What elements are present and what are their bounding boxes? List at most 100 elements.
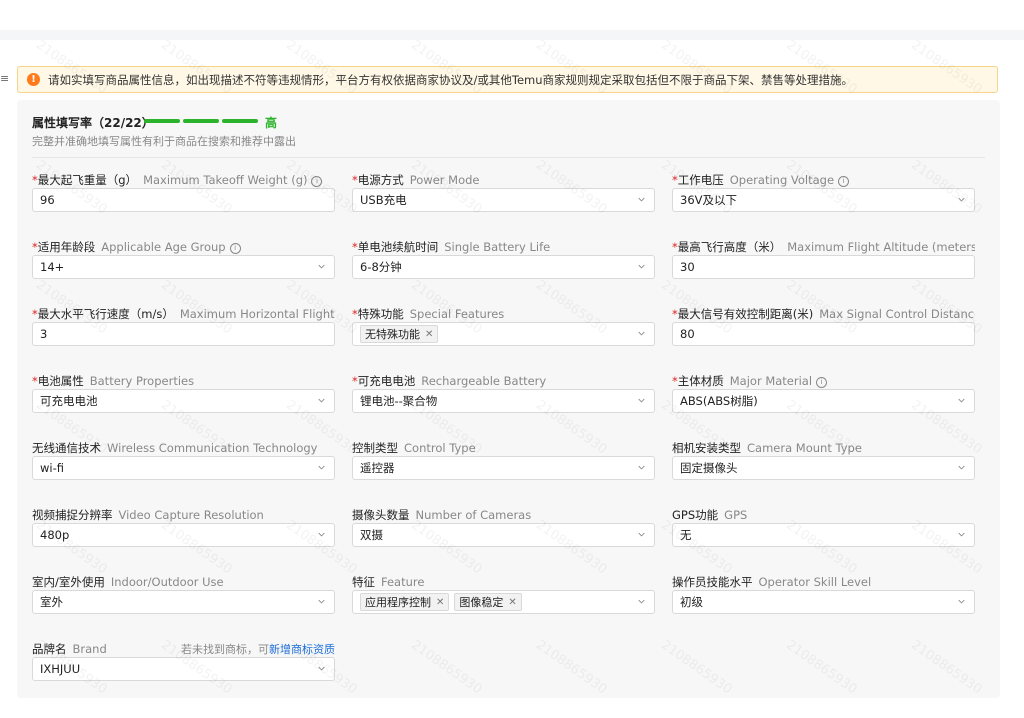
info-icon[interactable]: i bbox=[229, 243, 241, 254]
label-cn: 最大信号有效控制距离(米) bbox=[677, 307, 814, 321]
chevron-down-icon bbox=[318, 666, 325, 671]
field-22: 品牌名 Brand 若未找到商标，可新增商标资质 IXHJUU bbox=[32, 641, 335, 681]
label-en: Wireless Communication Technology bbox=[107, 441, 318, 455]
select-dropdown[interactable]: 14+ bbox=[32, 255, 335, 279]
chevron-down-icon bbox=[958, 465, 965, 470]
field-3: *工作电压 Operating Voltage i 36V及以下 bbox=[672, 172, 975, 212]
label-en: Brand bbox=[72, 642, 107, 656]
exclamation-icon: ! bbox=[27, 73, 40, 86]
field-5: *单电池续航时间 Single Battery Life 6-8分钟 bbox=[352, 239, 655, 279]
select-dropdown[interactable]: 36V及以下 bbox=[672, 188, 975, 212]
field-14: 控制类型 Control Type 遥控器 bbox=[352, 440, 655, 480]
info-icon[interactable]: i bbox=[838, 176, 850, 187]
field-label: 控制类型 Control Type bbox=[352, 440, 655, 456]
brand-hint: 若未找到商标，可新增商标资质 bbox=[181, 643, 335, 656]
completion-title: 属性填写率（22/22） bbox=[32, 116, 154, 130]
select-dropdown[interactable]: 遥控器 bbox=[352, 456, 655, 480]
select-dropdown[interactable]: 6-8分钟 bbox=[352, 255, 655, 279]
chevron-down-icon bbox=[958, 532, 965, 537]
completion-progress bbox=[144, 119, 258, 123]
select-dropdown[interactable]: 应用程序控制 ✕ 图像稳定 ✕ bbox=[352, 590, 655, 614]
field-13: 无线通信技术 Wireless Communication Technology w… bbox=[32, 440, 335, 480]
select-dropdown[interactable]: 固定摄像头 bbox=[672, 456, 975, 480]
chevron-down-icon bbox=[318, 599, 325, 604]
label-cn: 室内/室外使用 bbox=[32, 575, 105, 589]
label-en: Special Features bbox=[409, 307, 505, 321]
close-icon[interactable]: ✕ bbox=[425, 329, 433, 340]
field-6: *最高飞行高度（米） Maximum Flight Altitude (meter… bbox=[672, 239, 975, 279]
attributes-panel: 属性填写率（22/22） 高 完整并准确地填写属性有利于商品在搜索和推荐中露出 … bbox=[17, 100, 1000, 698]
close-icon[interactable]: ✕ bbox=[508, 597, 516, 608]
field-21: 操作员技能水平 Operator Skill Level 初级 bbox=[672, 574, 975, 614]
label-cn: 无线通信技术 bbox=[32, 441, 101, 455]
field-4: *适用年龄段 Applicable Age Group i 14+ bbox=[32, 239, 335, 279]
text-input[interactable]: 3 bbox=[32, 322, 335, 346]
field-value: 固定摄像头 bbox=[680, 461, 738, 475]
text-input[interactable]: 30 bbox=[672, 255, 975, 279]
select-dropdown[interactable]: 室外 bbox=[32, 590, 335, 614]
field-9: *最大信号有效控制距离(米) Max Signal Control Distanc… bbox=[672, 306, 975, 346]
close-icon[interactable]: ✕ bbox=[436, 597, 444, 608]
info-icon[interactable]: i bbox=[816, 377, 828, 388]
completion-level: 高 bbox=[265, 116, 278, 130]
label-en: Power Mode bbox=[409, 173, 480, 187]
field-label: 摄像头数量 Number of Cameras bbox=[352, 507, 655, 523]
label-en: GPS bbox=[724, 508, 748, 522]
field-1: *最大起飞重量（g） Maximum Takeoff Weight (g) i 96 bbox=[32, 172, 335, 212]
label-cn: 最大水平飞行速度（m/s） bbox=[37, 307, 174, 321]
field-label: 操作员技能水平 Operator Skill Level bbox=[672, 574, 975, 590]
select-dropdown[interactable]: 双摄 bbox=[352, 523, 655, 547]
field-label: *最高飞行高度（米） Maximum Flight Altitude (meter… bbox=[672, 239, 975, 255]
label-en: Number of Cameras bbox=[415, 508, 532, 522]
progress-segment bbox=[183, 119, 219, 123]
select-dropdown[interactable]: 可充电电池 bbox=[32, 389, 335, 413]
label-cn: 适用年龄段 bbox=[37, 240, 96, 254]
text-input[interactable]: 96 bbox=[32, 188, 335, 212]
field-value: 480p bbox=[40, 528, 70, 542]
select-dropdown[interactable]: 无特殊功能 ✕ bbox=[352, 322, 655, 346]
label-en: Max Signal Control Distance (M) bbox=[819, 307, 975, 321]
field-15: 相机安装类型 Camera Mount Type 固定摄像头 bbox=[672, 440, 975, 480]
chevron-down-icon bbox=[638, 264, 645, 269]
section-gap bbox=[0, 30, 1024, 40]
select-dropdown[interactable]: IXHJUU bbox=[32, 657, 335, 681]
field-10: *电池属性 Battery Properties 可充电电池 bbox=[32, 373, 335, 413]
add-trademark-link[interactable]: 新增商标资质 bbox=[269, 643, 335, 656]
field-value: 3 bbox=[40, 327, 48, 341]
field-value: 96 bbox=[40, 193, 55, 207]
text-input[interactable]: 80 bbox=[672, 322, 975, 346]
label-en: Operator Skill Level bbox=[758, 575, 872, 589]
tag-label: 应用程序控制 bbox=[365, 596, 431, 609]
info-icon[interactable]: i bbox=[311, 176, 323, 187]
field-label: *单电池续航时间 Single Battery Life bbox=[352, 239, 655, 255]
selected-tag: 应用程序控制 ✕ bbox=[360, 593, 450, 611]
selected-tag: 图像稳定 ✕ bbox=[454, 593, 522, 611]
select-dropdown[interactable]: 初级 bbox=[672, 590, 975, 614]
label-cn: 最高飞行高度（米） bbox=[677, 240, 782, 254]
field-value: 6-8分钟 bbox=[360, 260, 402, 274]
label-cn: 主体材质 bbox=[677, 374, 724, 388]
field-label: *最大信号有效控制距离(米) Max Signal Control Distanc… bbox=[672, 306, 975, 322]
field-value: 遥控器 bbox=[360, 461, 395, 475]
select-dropdown[interactable]: ABS(ABS树脂) bbox=[672, 389, 975, 413]
field-label: 品牌名 Brand 若未找到商标，可新增商标资质 bbox=[32, 641, 335, 657]
label-cn: 品牌名 bbox=[32, 642, 67, 656]
field-label: 无线通信技术 Wireless Communication Technology bbox=[32, 440, 335, 456]
select-dropdown[interactable]: 480p bbox=[32, 523, 335, 547]
select-dropdown[interactable]: wi-fi bbox=[32, 456, 335, 480]
field-label: 室内/室外使用 Indoor/Outdoor Use bbox=[32, 574, 335, 590]
chevron-down-icon bbox=[638, 331, 645, 336]
chevron-down-icon bbox=[318, 532, 325, 537]
label-en: Video Capture Resolution bbox=[118, 508, 264, 522]
selected-tag: 无特殊功能 ✕ bbox=[360, 325, 439, 343]
select-dropdown[interactable]: 锂电池--聚合物 bbox=[352, 389, 655, 413]
label-cn: 特殊功能 bbox=[357, 307, 404, 321]
field-value: 14+ bbox=[40, 260, 65, 274]
chevron-down-icon bbox=[638, 197, 645, 202]
field-value: USB充电 bbox=[360, 193, 407, 207]
select-dropdown[interactable]: 无 bbox=[672, 523, 975, 547]
label-cn: 电池属性 bbox=[37, 374, 84, 388]
chevron-down-icon bbox=[638, 465, 645, 470]
chevron-down-icon bbox=[958, 599, 965, 604]
select-dropdown[interactable]: USB充电 bbox=[352, 188, 655, 212]
